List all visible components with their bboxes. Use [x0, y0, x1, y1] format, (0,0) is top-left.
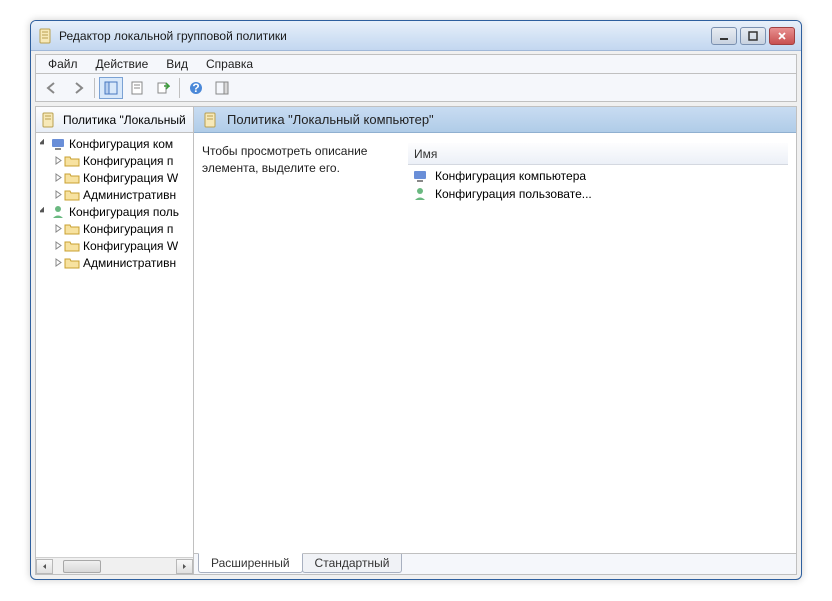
scroll-right-button[interactable]	[176, 559, 193, 574]
scroll-left-button[interactable]	[36, 559, 53, 574]
svg-text:?: ?	[192, 81, 199, 95]
item-list: Имя Конфигурация компьютера Конфигурация…	[408, 143, 788, 549]
folder-icon	[64, 238, 80, 254]
close-button[interactable]	[769, 27, 795, 45]
expand-icon[interactable]	[52, 257, 64, 269]
details-header: Политика "Локальный компьютер"	[194, 107, 796, 133]
toolbar: ?	[35, 74, 797, 102]
column-header-name[interactable]: Имя	[408, 143, 788, 165]
folder-icon	[64, 170, 80, 186]
tree-node[interactable]: Административн	[36, 254, 193, 271]
tree-root-label[interactable]: Политика "Локальный	[63, 113, 186, 127]
toolbar-separator	[179, 78, 180, 98]
list-item-label: Конфигурация компьютера	[435, 169, 586, 183]
menu-view[interactable]: Вид	[158, 55, 196, 73]
folder-icon	[64, 255, 80, 271]
nav-back-button[interactable]	[40, 77, 64, 99]
description-text: Чтобы просмотреть описание элемента, выд…	[202, 143, 392, 549]
folder-icon	[64, 153, 80, 169]
properties-button[interactable]	[125, 77, 149, 99]
scroll-thumb[interactable]	[63, 560, 101, 573]
collapse-icon[interactable]	[38, 206, 50, 218]
show-hide-tree-button[interactable]	[99, 77, 123, 99]
client-area: Политика "Локальный Конфигурация ком Кон…	[35, 106, 797, 575]
main-window: Редактор локальной групповой политики Фа…	[30, 20, 802, 580]
policy-icon	[202, 112, 218, 128]
tree-node-user-config[interactable]: Конфигурация поль	[36, 203, 193, 220]
list-item-label: Конфигурация пользовате...	[435, 187, 592, 201]
show-hide-action-pane-button[interactable]	[210, 77, 234, 99]
policy-icon	[40, 112, 56, 128]
app-icon	[37, 28, 53, 44]
tree-node[interactable]: Конфигурация W	[36, 237, 193, 254]
tab-extended[interactable]: Расширенный	[198, 553, 303, 573]
computer-icon	[50, 136, 66, 152]
view-tabs: Расширенный Стандартный	[194, 553, 796, 574]
tab-standard[interactable]: Стандартный	[302, 554, 403, 573]
menu-file[interactable]: Файл	[40, 55, 86, 73]
scroll-track[interactable]	[53, 559, 176, 574]
help-button[interactable]: ?	[184, 77, 208, 99]
details-pane: Политика "Локальный компьютер" Чтобы про…	[194, 107, 796, 574]
menubar: Файл Действие Вид Справка	[35, 54, 797, 74]
export-button[interactable]	[151, 77, 175, 99]
computer-icon	[412, 168, 428, 184]
details-content: Чтобы просмотреть описание элемента, выд…	[194, 133, 796, 553]
toolbar-separator	[94, 78, 95, 98]
maximize-button[interactable]	[740, 27, 766, 45]
expand-icon[interactable]	[52, 240, 64, 252]
tree-node[interactable]: Конфигурация п	[36, 152, 193, 169]
details-title: Политика "Локальный компьютер"	[227, 112, 434, 127]
expand-icon[interactable]	[52, 223, 64, 235]
tree-header: Политика "Локальный	[36, 107, 193, 133]
menu-help[interactable]: Справка	[198, 55, 261, 73]
tree-node[interactable]: Конфигурация п	[36, 220, 193, 237]
titlebar: Редактор локальной групповой политики	[31, 21, 801, 51]
horizontal-scrollbar[interactable]	[36, 557, 193, 574]
menu-action[interactable]: Действие	[88, 55, 157, 73]
folder-icon	[64, 187, 80, 203]
tree-pane: Политика "Локальный Конфигурация ком Кон…	[36, 107, 194, 574]
expand-icon[interactable]	[52, 189, 64, 201]
tree-node[interactable]: Конфигурация W	[36, 169, 193, 186]
tree-node-computer-config[interactable]: Конфигурация ком	[36, 135, 193, 152]
window-title: Редактор локальной групповой политики	[59, 29, 711, 43]
expand-icon[interactable]	[52, 172, 64, 184]
user-icon	[50, 204, 66, 220]
minimize-button[interactable]	[711, 27, 737, 45]
list-item[interactable]: Конфигурация пользовате...	[408, 185, 788, 203]
nav-forward-button[interactable]	[66, 77, 90, 99]
user-icon	[412, 186, 428, 202]
collapse-icon[interactable]	[38, 138, 50, 150]
tree-body: Конфигурация ком Конфигурация п Конфигур…	[36, 133, 193, 557]
folder-icon	[64, 221, 80, 237]
expand-icon[interactable]	[52, 155, 64, 167]
list-item[interactable]: Конфигурация компьютера	[408, 167, 788, 185]
tree-node[interactable]: Административн	[36, 186, 193, 203]
